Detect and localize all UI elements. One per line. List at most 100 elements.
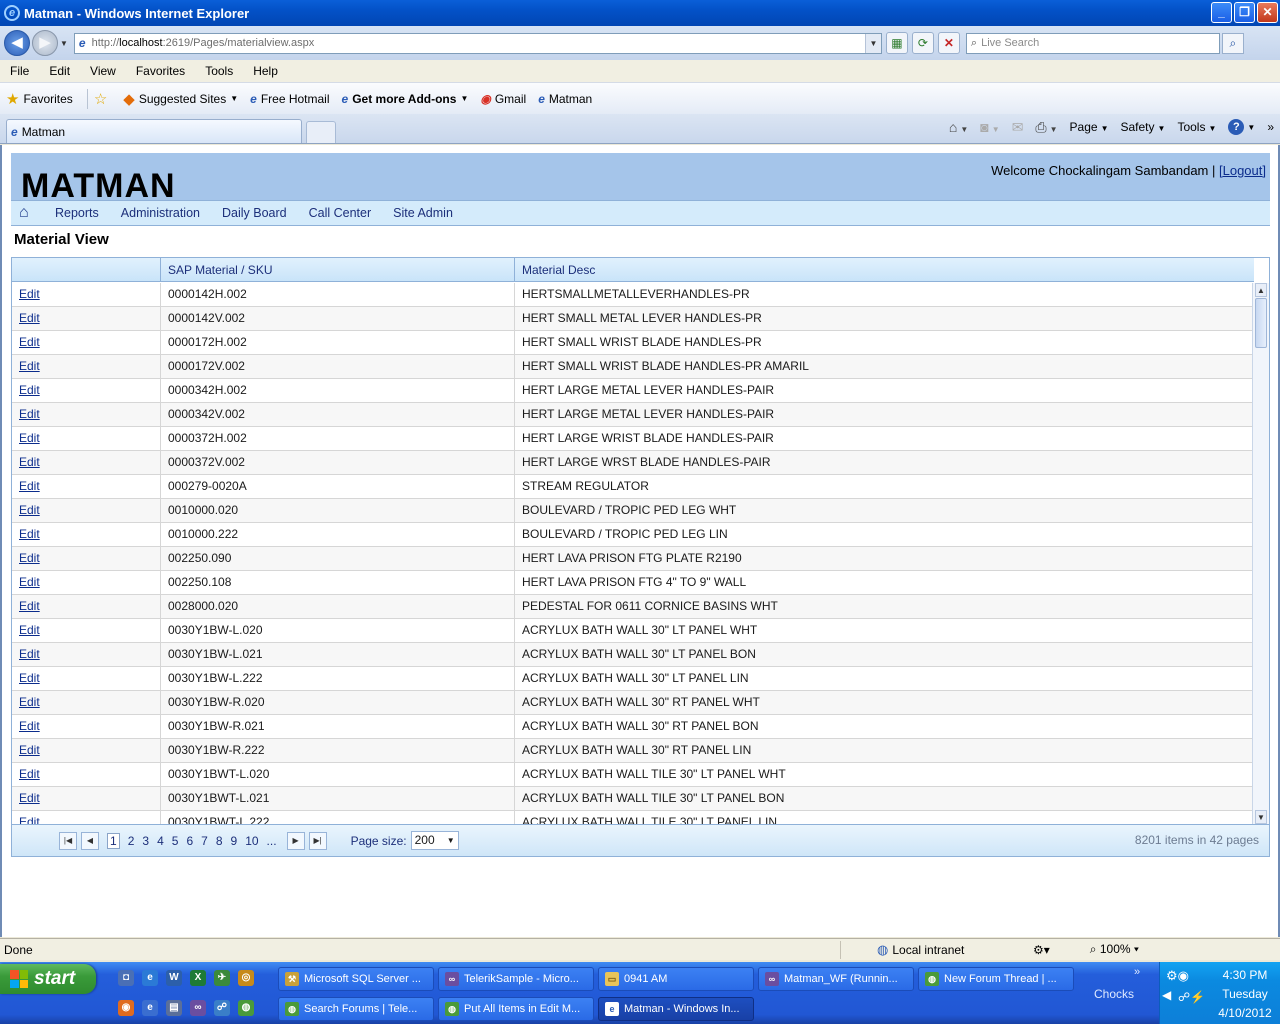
fav-matman[interactable]: e Matman <box>538 92 592 106</box>
ie-icon[interactable]: e <box>142 1000 158 1016</box>
edit-link[interactable]: Edit <box>12 379 161 402</box>
first-page-button[interactable]: |◀ <box>59 831 77 850</box>
fav-get-addons[interactable]: e Get more Add-ons ▼ <box>342 92 469 106</box>
prev-page-button[interactable]: ◀ <box>81 831 99 850</box>
page-number-link[interactable]: 9 <box>231 834 238 848</box>
next-page-button[interactable]: ▶ <box>286 831 305 850</box>
page-number-link[interactable]: 10 <box>245 834 258 848</box>
edit-link[interactable]: Edit <box>12 763 161 786</box>
stop-icon[interactable]: ✕ <box>937 32 960 54</box>
protected-mode-icon[interactable]: ⚙▾ <box>1033 943 1050 957</box>
more-chevron-icon[interactable]: » <box>1267 120 1274 134</box>
fav-suggested-sites[interactable]: ◆ Suggested Sites ▼ <box>123 90 238 108</box>
scroll-up-icon[interactable]: ▲ <box>1255 283 1267 297</box>
nav-reports[interactable]: Reports <box>55 206 99 220</box>
edit-link[interactable]: Edit <box>12 571 161 594</box>
taskbar-new-forum-thread[interactable]: ◍ New Forum Thread | ... <box>918 967 1074 991</box>
word-icon[interactable]: W <box>166 970 182 986</box>
network-icon[interactable]: ☍ <box>214 1000 230 1016</box>
column-header-desc[interactable]: Material Desc <box>515 258 1254 282</box>
security-zone[interactable]: ◍ Local intranet <box>877 942 1027 958</box>
edit-link[interactable]: Edit <box>12 547 161 570</box>
help-menu[interactable]: ? ▼ <box>1228 119 1255 135</box>
edit-link[interactable]: Edit <box>12 739 161 762</box>
page-number-link[interactable]: 8 <box>216 834 223 848</box>
taskbar-matman-ie[interactable]: e Matman - Windows In... <box>598 997 754 1021</box>
tab-matman[interactable]: e Matman <box>6 119 302 143</box>
refresh-icon[interactable]: ⟳ <box>911 32 934 54</box>
grid-scrollbar[interactable]: ▲ ▼ <box>1252 283 1269 824</box>
edit-link[interactable]: Edit <box>12 787 161 810</box>
edit-link[interactable]: Edit <box>12 451 161 474</box>
close-button[interactable]: ✕ <box>1257 2 1278 23</box>
taskbar-search-forums[interactable]: ◍ Search Forums | Tele... <box>278 997 434 1021</box>
nav-call-center[interactable]: Call Center <box>309 206 372 220</box>
mail-icon[interactable]: ✉ <box>1012 119 1024 136</box>
print-icon[interactable]: ⎙ ▼ <box>1035 119 1057 136</box>
page-number-link[interactable]: 6 <box>186 834 193 848</box>
edit-link[interactable]: Edit <box>12 811 161 824</box>
edit-link[interactable]: Edit <box>12 643 161 666</box>
app-icon[interactable]: ✈ <box>214 970 230 986</box>
search-input[interactable]: ⌕ Live Search <box>965 32 1220 54</box>
edit-link[interactable]: Edit <box>12 667 161 690</box>
taskbar-folder[interactable]: ▭ 0941 AM <box>598 967 754 991</box>
edit-link[interactable]: Edit <box>12 307 161 330</box>
edit-link[interactable]: Edit <box>12 691 161 714</box>
scroll-down-icon[interactable]: ▼ <box>1255 810 1267 824</box>
search-go-button[interactable]: ⌕ <box>1221 32 1244 54</box>
page-number-link[interactable]: 3 <box>142 834 149 848</box>
edit-link[interactable]: Edit <box>12 715 161 738</box>
edit-link[interactable]: Edit <box>12 475 161 498</box>
taskbar-matman-wf[interactable]: ∞ Matman_WF (Runnin... <box>758 967 914 991</box>
nav-site-admin[interactable]: Site Admin <box>393 206 453 220</box>
scroll-thumb[interactable] <box>1255 298 1267 348</box>
page-number-link[interactable]: ... <box>267 834 277 848</box>
page-number-link[interactable]: 1 <box>107 832 120 849</box>
logout-link[interactable]: [Logout] <box>1219 163 1266 178</box>
menu-edit[interactable]: Edit <box>49 64 70 78</box>
last-page-button[interactable]: ▶| <box>308 831 327 850</box>
nav-daily-board[interactable]: Daily Board <box>222 206 287 220</box>
menu-help[interactable]: Help <box>253 64 278 78</box>
start-button[interactable]: start <box>0 964 96 994</box>
edit-link[interactable]: Edit <box>12 427 161 450</box>
taskbar-overflow-icon[interactable]: » <box>1134 966 1140 978</box>
forward-button[interactable]: ▶ <box>32 30 58 56</box>
column-header-sku[interactable]: SAP Material / SKU <box>161 258 515 282</box>
document-icon[interactable]: ▤ <box>166 1000 182 1016</box>
page-size-select[interactable]: 200 ▼ <box>410 831 459 850</box>
edit-link[interactable]: Edit <box>12 283 161 306</box>
taskbar-put-all-items[interactable]: ◍ Put All Items in Edit M... <box>438 997 594 1021</box>
feeds-icon[interactable]: ◙ ▼ <box>980 119 999 135</box>
home-icon[interactable]: ⌂ <box>19 204 39 222</box>
tools-menu[interactable]: Tools ▼ <box>1177 120 1216 134</box>
menu-file[interactable]: File <box>10 64 29 78</box>
edit-link[interactable]: Edit <box>12 523 161 546</box>
page-number-link[interactable]: 4 <box>157 834 164 848</box>
back-button[interactable]: ◀ <box>4 30 30 56</box>
minimize-button[interactable]: _ <box>1211 2 1232 23</box>
new-tab-button[interactable] <box>306 121 336 143</box>
address-dropdown-icon[interactable]: ▼ <box>864 33 881 53</box>
menu-favorites[interactable]: Favorites <box>136 64 185 78</box>
page-number-link[interactable]: 7 <box>201 834 208 848</box>
nav-administration[interactable]: Administration <box>121 206 200 220</box>
fav-gmail[interactable]: ◉ Gmail <box>480 92 526 106</box>
address-bar[interactable]: e http://localhost:2619/Pages/materialvi… <box>73 32 882 54</box>
edit-link[interactable]: Edit <box>12 499 161 522</box>
menu-view[interactable]: View <box>90 64 116 78</box>
safety-menu[interactable]: Safety ▼ <box>1121 120 1166 134</box>
edit-link[interactable]: Edit <box>12 595 161 618</box>
tray-icons[interactable]: ⚙◉ <box>1166 968 1189 984</box>
taskbar-sql-server[interactable]: ⚒ Microsoft SQL Server ... <box>278 967 434 991</box>
edit-link[interactable]: Edit <box>12 355 161 378</box>
menu-tools[interactable]: Tools <box>205 64 233 78</box>
visual-studio-icon[interactable]: ∞ <box>190 1000 206 1016</box>
edit-link[interactable]: Edit <box>12 403 161 426</box>
chrome-icon[interactable]: ◍ <box>238 1000 254 1016</box>
page-number-link[interactable]: 2 <box>128 834 135 848</box>
excel-icon[interactable]: X <box>190 970 206 986</box>
outlook-icon[interactable]: ◎ <box>238 970 254 986</box>
clock-time[interactable]: 4:30 PM <box>1212 968 1278 982</box>
